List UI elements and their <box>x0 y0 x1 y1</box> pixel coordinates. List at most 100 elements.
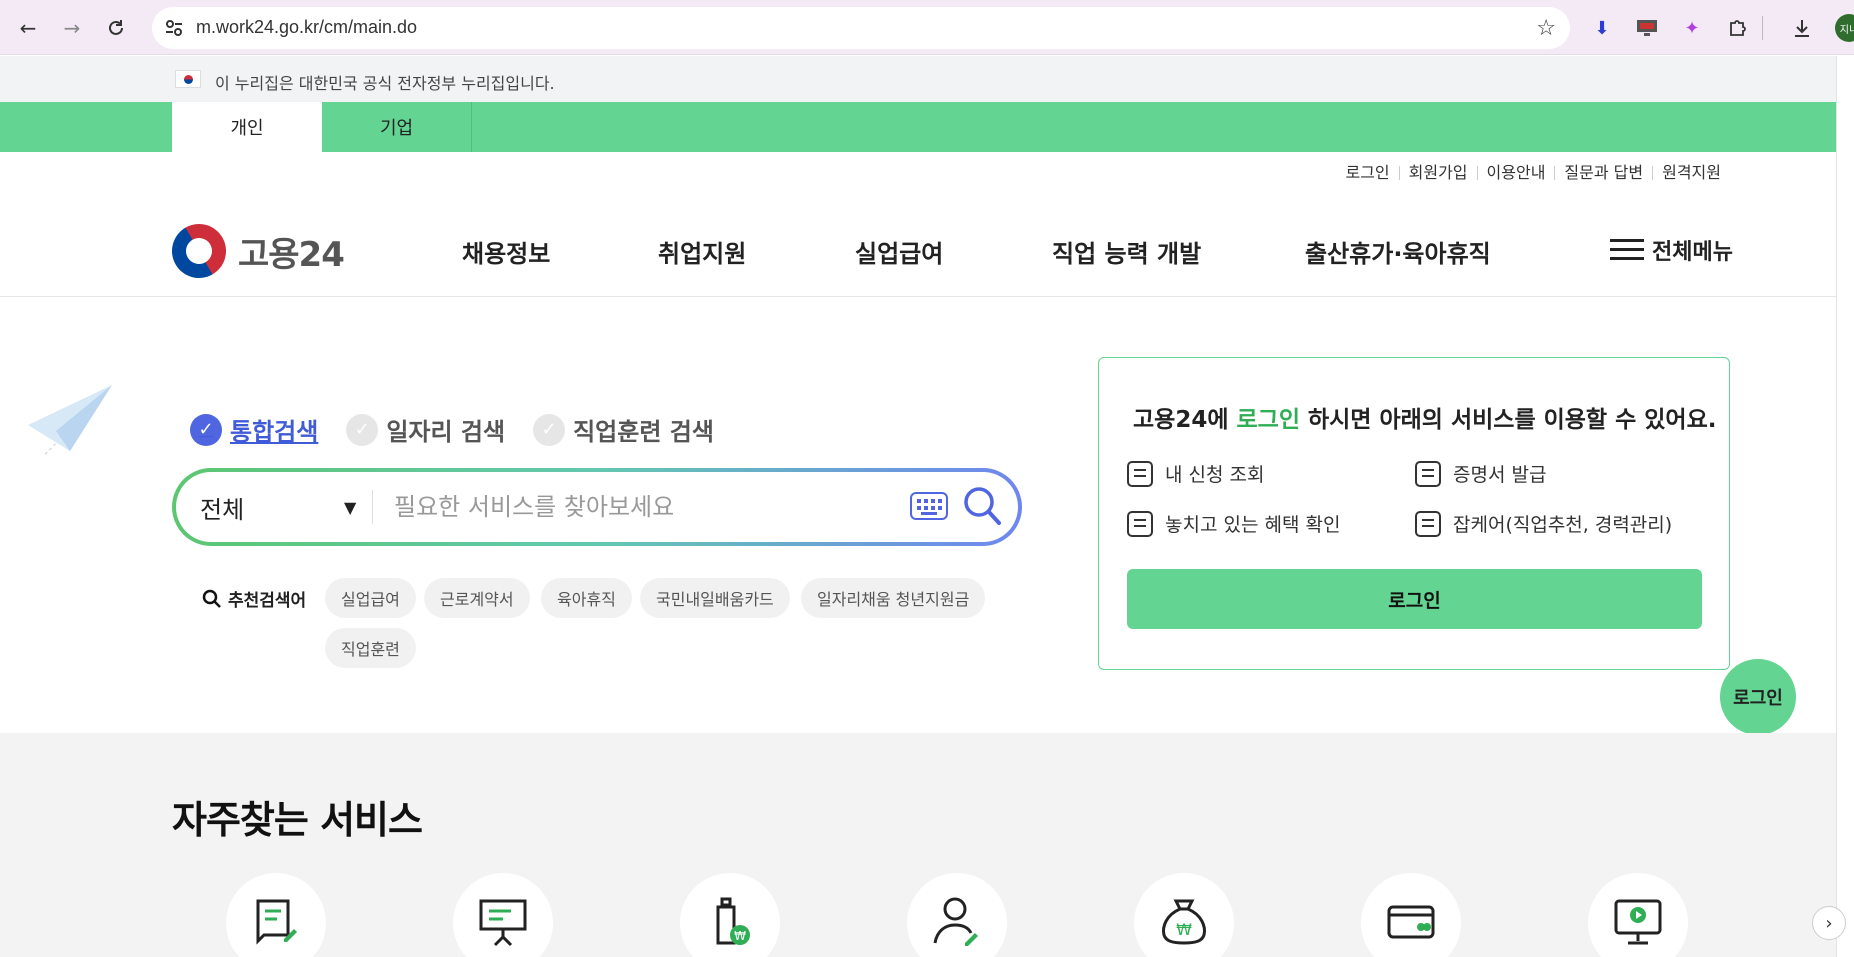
document-edit-icon <box>256 899 297 945</box>
gnb-job-info[interactable]: 채용정보 <box>462 234 550 269</box>
heading-highlight: 로그인 <box>1236 407 1300 433</box>
service-jobcare[interactable]: 잡케어(직업추천, 경력관리) <box>1415 510 1672 537</box>
money-bag-icon: ₩ <box>1162 899 1206 945</box>
extension-monitor-icon[interactable] <box>1634 15 1660 41</box>
user-edit-icon <box>933 897 978 946</box>
url-text[interactable]: m.work24.go.kr/cm/main.do <box>196 17 417 38</box>
back-icon[interactable]: ← <box>14 14 42 42</box>
virtual-keyboard-icon[interactable] <box>910 492 948 520</box>
all-menu-button[interactable]: 전체메뉴 <box>1610 234 1733 266</box>
frequent-service-item[interactable] <box>1588 873 1688 957</box>
keyword-chip[interactable]: 일자리채움 청년지원금 <box>801 578 986 618</box>
frequent-service-item[interactable]: ₩ <box>1134 873 1234 957</box>
service-label: 내 신청 조회 <box>1165 464 1265 486</box>
check-icon: ✓ <box>190 413 222 446</box>
hamburger-icon <box>1610 238 1644 262</box>
extensions-puzzle-icon[interactable] <box>1724 15 1750 41</box>
browser-toolbar: ← → m.work24.go.kr/cm/main.do ☆ ⬇ ✦ 지니 <box>0 0 1854 55</box>
frequent-service-item[interactable]: ₩ <box>680 873 780 957</box>
address-bar[interactable]: m.work24.go.kr/cm/main.do ☆ <box>152 7 1570 49</box>
heading-suffix: 하시면 아래의 서비스를 이용할 수 있어요. <box>1299 407 1717 433</box>
tab-personal[interactable]: 개인 <box>172 102 322 152</box>
frequent-service-item[interactable] <box>907 873 1007 957</box>
reload-icon[interactable] <box>102 14 130 42</box>
side-panel-arrow-icon[interactable]: › <box>1812 906 1846 940</box>
keyword-chip[interactable]: 국민내일배움카드 <box>640 578 790 618</box>
keyword-chip[interactable]: 실업급여 <box>325 578 416 618</box>
search-divider <box>372 490 373 524</box>
keyword-chip[interactable]: 근로계약서 <box>424 578 530 618</box>
header-divider <box>0 296 1836 297</box>
presentation-icon <box>479 899 527 947</box>
frequent-services-section: 자주찾는 서비스 ₩ ₩ <box>0 733 1836 957</box>
bookmark-star-icon[interactable]: ☆ <box>1536 16 1556 41</box>
paper-plane-icon <box>28 385 112 455</box>
frequent-service-item[interactable] <box>453 873 553 957</box>
audience-tab-bar: 개인 기업 <box>0 102 1836 152</box>
service-label: 놓치고 있는 혜택 확인 <box>1165 514 1341 536</box>
search-scope-select[interactable]: 전체 <box>200 490 244 525</box>
search-type-tabs: ✓ 통합검색 ✓ 일자리 검색 ✓ 직업훈련 검색 <box>190 412 742 447</box>
keyword-chip[interactable]: 육아휴직 <box>541 578 632 618</box>
taegeuk-logo-icon <box>162 214 236 288</box>
all-menu-label: 전체메뉴 <box>1652 240 1733 265</box>
search-icon[interactable] <box>962 484 1002 528</box>
service-missed-benefits[interactable]: 놓치고 있는 혜택 확인 <box>1127 510 1340 537</box>
gnb-parental-leave[interactable]: 출산휴가·육아휴직 <box>1305 234 1491 269</box>
tab-job-search[interactable]: ✓ 일자리 검색 <box>346 412 505 447</box>
util-remote-support-link[interactable]: 원격지원 <box>1652 165 1730 181</box>
gnb-unemployment-benefit[interactable]: 실업급여 <box>855 234 943 269</box>
tab-integrated-search-label: 통합검색 <box>230 418 319 446</box>
profile-avatar[interactable]: 지니 <box>1835 14 1854 42</box>
monitor-play-icon <box>1614 899 1662 945</box>
service-label: 증명서 발급 <box>1453 464 1547 486</box>
util-login-link[interactable]: 로그인 <box>1336 165 1398 181</box>
baby-bottle-icon: ₩ <box>716 897 750 945</box>
page-scrollbar[interactable] <box>1836 56 1854 957</box>
service-label: 잡케어(직업추천, 경력관리) <box>1453 514 1673 536</box>
caret-down-icon[interactable]: ▼ <box>344 498 356 517</box>
frequent-service-item[interactable] <box>226 873 326 957</box>
downloads-icon[interactable] <box>1789 15 1815 41</box>
login-card-heading: 고용24에 로그인 하시면 아래의 서비스를 이용할 수 있어요. <box>1133 400 1717 434</box>
util-signup-link[interactable]: 회원가입 <box>1398 165 1477 181</box>
tab-training-search-label: 직업훈련 검색 <box>573 418 714 446</box>
tab-job-search-label: 일자리 검색 <box>386 418 506 446</box>
forward-icon[interactable]: → <box>58 14 86 42</box>
korea-flag-icon <box>175 70 201 88</box>
gnb-skill-development[interactable]: 직업 능력 개발 <box>1052 234 1201 269</box>
gnb-employment-support[interactable]: 취업지원 <box>658 234 746 269</box>
card-icon <box>1387 905 1435 939</box>
recommended-keywords-label: 추천검색어 <box>202 586 306 611</box>
util-qna-link[interactable]: 질문과 답변 <box>1554 165 1652 181</box>
search-input[interactable] <box>394 486 854 528</box>
document-search-icon <box>1127 510 1153 537</box>
extension-download-icon[interactable]: ⬇ <box>1589 15 1615 41</box>
site-logo-text: 고용24 <box>238 234 345 275</box>
frequent-services-title: 자주찾는 서비스 <box>172 798 423 842</box>
service-my-applications[interactable]: 내 신청 조회 <box>1127 460 1264 487</box>
gov-banner-text: 이 누리집은 대한민국 공식 전자정부 누리집입니다. <box>215 74 555 93</box>
svg-text:₩: ₩ <box>734 929 746 943</box>
check-icon: ✓ <box>533 413 566 446</box>
keyword-chip[interactable]: 직업훈련 <box>325 628 416 668</box>
gov-banner: 이 누리집은 대한민국 공식 전자정부 누리집입니다. <box>0 56 1836 102</box>
search-box: 전체 ▼ <box>172 468 1022 546</box>
certificate-icon <box>1415 460 1441 487</box>
tab-business[interactable]: 기업 <box>322 102 472 152</box>
floating-login-button[interactable]: 로그인 <box>1720 659 1796 735</box>
site-info-icon[interactable] <box>164 18 184 38</box>
tab-integrated-search[interactable]: ✓ 통합검색 <box>190 412 318 447</box>
login-benefit-card: 고용24에 로그인 하시면 아래의 서비스를 이용할 수 있어요. 내 신청 조… <box>1098 357 1730 670</box>
login-button[interactable]: 로그인 <box>1127 569 1702 629</box>
tab-training-search[interactable]: ✓ 직업훈련 검색 <box>533 412 714 447</box>
extension-purple-icon[interactable]: ✦ <box>1679 15 1705 41</box>
frequent-service-item[interactable] <box>1361 873 1461 957</box>
checklist-icon <box>1127 460 1153 487</box>
util-guide-link[interactable]: 이용안내 <box>1476 165 1555 181</box>
service-certificate[interactable]: 증명서 발급 <box>1415 460 1546 487</box>
check-icon: ✓ <box>346 413 379 446</box>
site-logo[interactable]: 고용24 <box>162 214 345 288</box>
heading-prefix: 고용24에 <box>1133 407 1237 433</box>
search-small-icon <box>202 589 221 608</box>
